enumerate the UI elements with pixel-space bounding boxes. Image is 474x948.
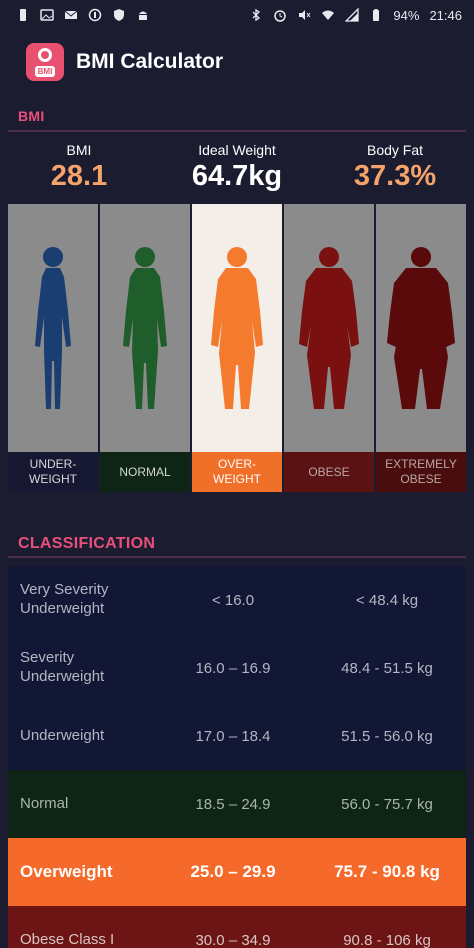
row-bmi-range: 16.0 – 16.9 xyxy=(195,659,271,677)
row-class-name: Underweight xyxy=(20,726,105,744)
wifi-icon xyxy=(321,8,335,22)
stat-label: Ideal Weight xyxy=(198,142,276,158)
figure-label: OBESE xyxy=(284,452,374,492)
mute-icon xyxy=(297,8,311,22)
row-class-name: Very Severity Underweight xyxy=(20,581,109,617)
figure-underweight[interactable]: UNDER- WEIGHT xyxy=(8,204,98,492)
mail-icon xyxy=(64,8,78,22)
row-class-name: Normal xyxy=(20,794,69,812)
battery-percent: 94% xyxy=(393,7,420,23)
silhouette-underweight-icon xyxy=(35,246,71,409)
figure-obese[interactable]: OBESE xyxy=(284,204,374,492)
stats-row: BMI 28.1 Ideal Weight 64.7kg Body Fat 37… xyxy=(0,138,474,202)
app-logo: BMI xyxy=(26,43,64,81)
row-weight-range: 51.5 - 56.0 kg xyxy=(341,727,433,745)
row-weight-range: 56.0 - 75.7 kg xyxy=(341,795,433,813)
stat-label: BMI xyxy=(66,142,92,158)
figure-box xyxy=(8,204,98,452)
silhouette-extremely-obese-icon xyxy=(387,246,455,409)
stat-bmi: BMI 28.1 xyxy=(0,138,158,202)
stat-value: 28.1 xyxy=(50,160,108,192)
table-row: Underweight 17.0 – 18.4 51.5 - 56.0 kg xyxy=(8,702,466,770)
figure-box xyxy=(100,204,190,452)
table-row: Obese Class I 30.0 – 34.9 90.8 - 106 kg xyxy=(8,906,466,948)
battery-icon xyxy=(369,8,383,22)
figure-label: EXTREMELY OBESE xyxy=(376,452,466,492)
row-bmi-range: 17.0 – 18.4 xyxy=(195,727,271,745)
classification-table: Very Severity Underweight < 16.0 < 48.4 … xyxy=(8,566,466,948)
figure-label: UNDER- WEIGHT xyxy=(8,452,98,492)
row-bmi-range: 18.5 – 24.9 xyxy=(195,795,271,813)
stat-value: 64.7kg xyxy=(191,160,283,192)
silhouette-obese-icon xyxy=(299,246,359,409)
shield-icon xyxy=(112,8,126,22)
table-row-highlighted: Overweight 25.0 – 29.9 75.7 - 90.8 kg xyxy=(8,838,466,906)
alarm-icon xyxy=(273,8,287,22)
status-right-icons: 94% 21:46 xyxy=(249,8,462,23)
photo-icon xyxy=(40,8,54,22)
body-type-figures: UNDER- WEIGHT NORMAL OVER- WEIGHT OBESE xyxy=(8,204,466,492)
signal-icon xyxy=(345,8,360,22)
status-left-icons xyxy=(16,8,150,22)
row-weight-range: 90.8 - 106 kg xyxy=(343,931,431,948)
figure-extremely-obese[interactable]: EXTREMELY OBESE xyxy=(376,204,466,492)
battery-saver-icon xyxy=(16,8,30,22)
table-row: Severity Underweight 16.0 – 16.9 48.4 - … xyxy=(8,634,466,702)
android-icon xyxy=(136,8,150,22)
row-bmi-range: < 16.0 xyxy=(211,591,255,609)
stat-ideal-weight: Ideal Weight 64.7kg xyxy=(158,138,316,202)
app-bar: BMI BMI Calculator xyxy=(0,30,474,94)
row-class-name: Obese Class I xyxy=(20,930,115,948)
row-weight-range: 48.4 - 51.5 kg xyxy=(341,659,433,677)
bmi-section-divider xyxy=(8,130,466,132)
row-class-name: Overweight xyxy=(20,862,113,882)
app-title: BMI Calculator xyxy=(76,50,224,73)
figure-normal[interactable]: NORMAL xyxy=(100,204,190,492)
stat-value: 37.3% xyxy=(353,160,437,192)
silhouette-normal-icon xyxy=(123,246,167,409)
table-row: Very Severity Underweight < 16.0 < 48.4 … xyxy=(8,566,466,634)
status-bar: 94% 21:46 xyxy=(0,0,474,30)
bluetooth-icon xyxy=(249,8,263,22)
row-weight-range: < 48.4 kg xyxy=(355,591,419,609)
stat-body-fat: Body Fat 37.3% xyxy=(316,138,474,202)
classification-divider xyxy=(8,556,466,558)
figure-box xyxy=(192,204,282,452)
figure-label: NORMAL xyxy=(100,452,190,492)
vpn-icon xyxy=(88,8,102,22)
figure-box xyxy=(376,204,466,452)
stat-label: Body Fat xyxy=(366,142,424,158)
table-row: Normal 18.5 – 24.9 56.0 - 75.7 kg xyxy=(8,770,466,838)
scale-dial-icon xyxy=(38,48,52,62)
row-class-name: Severity Underweight xyxy=(20,649,105,685)
bmi-section-header: BMI xyxy=(18,108,45,124)
classification-header: CLASSIFICATION xyxy=(18,535,156,552)
row-bmi-range: 30.0 – 34.9 xyxy=(195,931,271,948)
silhouette-overweight-icon xyxy=(211,246,263,409)
figure-overweight[interactable]: OVER- WEIGHT xyxy=(192,204,282,492)
row-bmi-range: 25.0 – 29.9 xyxy=(190,862,276,881)
figure-box xyxy=(284,204,374,452)
row-weight-range: 75.7 - 90.8 kg xyxy=(334,862,440,881)
app-logo-tag: BMI xyxy=(34,66,56,77)
clock: 21:46 xyxy=(429,7,462,23)
figure-label: OVER- WEIGHT xyxy=(192,452,282,492)
